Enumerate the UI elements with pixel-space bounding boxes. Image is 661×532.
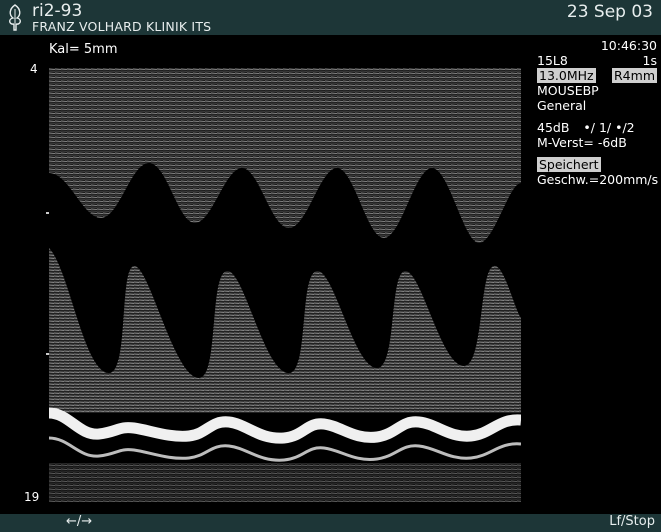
preset-label: MOUSEBP (537, 83, 599, 98)
gain-value: 45dB (537, 120, 570, 135)
depth-bottom-label: 19 (24, 490, 40, 504)
system-name: ri2-93 (32, 1, 83, 21)
status-badge: Speichert (537, 157, 601, 172)
nav-arrows-button[interactable]: ←/→ (66, 514, 92, 529)
frequency-value: 13.0MHz (537, 68, 596, 83)
mode-label: General (537, 98, 587, 113)
settings-panel: 10:46:30 15L8 1s 13.0MHz R4mm MOUSEBP Ge… (537, 38, 661, 187)
sweep-time: 1s (642, 53, 657, 68)
transducer-row: 15L8 1s (537, 53, 661, 68)
tree-logo-icon (9, 4, 21, 31)
transducer-label: 15L8 (537, 53, 568, 68)
run-stop-button[interactable]: Lf/Stop (609, 514, 655, 529)
exam-time: 10:46:30 (600, 38, 657, 53)
sweep-speed-value: Geschw.=200mm/s (537, 172, 659, 187)
depth-top-label: 4 (30, 62, 38, 76)
footer-bar: ←/→ Lf/Stop (0, 514, 661, 532)
gain-processing-row: 45dB •/ 1/ •/2 (537, 120, 661, 135)
facility-name: FRANZ VOLHARD KLINIK ITS (32, 19, 212, 34)
m-gain-value: M-Verst= -6dB (537, 135, 627, 150)
m-mode-trace (49, 68, 521, 502)
m-mode-image (49, 68, 521, 502)
frequency-row: 13.0MHz R4mm (537, 68, 661, 83)
calibration-label: Kal= 5mm (49, 42, 118, 57)
resolution-value: R4mm (612, 68, 657, 83)
exam-date: 23 Sep 03 (566, 2, 653, 22)
processing-value: •/ 1/ •/2 (583, 120, 635, 135)
header-bar: ri2-93 FRANZ VOLHARD KLINIK ITS 23 Sep 0… (0, 0, 661, 35)
